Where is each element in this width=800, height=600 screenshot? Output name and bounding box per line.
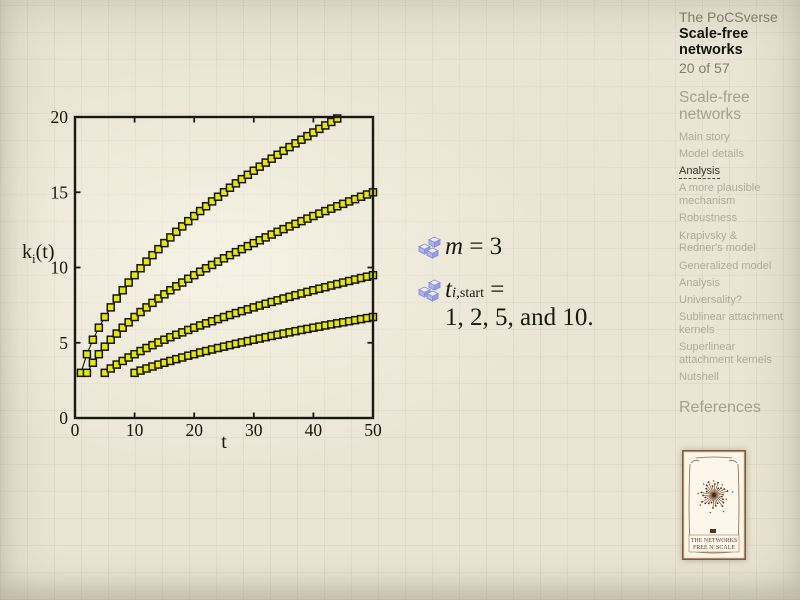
sidebar-section-title[interactable]: Scale-free networks [679,89,771,123]
svg-text:10: 10 [126,420,144,440]
poster-caption-line1: THE NETWORKS [691,538,738,544]
svg-text:0: 0 [59,408,68,428]
sidebar-item-main-story[interactable]: Main story [679,131,783,144]
sidebar-nav: Main story Model details Analysis A more pl… [679,131,794,385]
deck-title: Scale-free networks [679,26,769,58]
svg-text:40: 40 [305,420,323,440]
sidebar-item-sublinear-attachment-kernels[interactable]: Sublinear attachment kernels [679,311,783,337]
slide: 0102030405005101520 ki(t) t m = 3 ti,sta… [0,0,800,600]
poster-figure [710,529,716,533]
svg-text:20: 20 [185,420,203,440]
poster-caption-line2: FREE N' SCALE [693,545,735,551]
svg-text:20: 20 [51,107,69,127]
y-axis-label: ki(t) [22,241,55,267]
svg-text:30: 30 [245,420,263,440]
page-indicator: 20 of 57 [679,60,794,76]
svg-text:5: 5 [59,333,68,353]
sidebar-item-a-more-plausible-mechanism[interactable]: A more plausible mechanism [679,182,783,208]
bullet-item-m: m = 3 [417,233,677,261]
sidebar-item-krapivsky-redner-s-model[interactable]: Krapivsky & Redner's model [679,230,783,256]
series-title: The PoCSverse [679,9,794,25]
poster-thumbnail[interactable]: THE NETWORKS FREE N' SCALE [682,450,746,560]
bullet-text-tstart: ti,start = 1, 2, 5, and 10. [445,276,594,332]
bullet-text-m: m = 3 [445,233,502,261]
sidebar: The PoCSverse Scale-free networks 20 of … [679,9,794,417]
bullet-list: m = 3 ti,start = 1, 2, 5, and 10. [417,233,677,347]
cubes-bullet-icon [417,236,445,260]
sidebar-item-superlinear-attachment-kernels[interactable]: Superlinear attachment kernels [679,341,783,367]
sidebar-item-references[interactable]: References [679,399,794,417]
sidebar-item-generalized-model[interactable]: Generalized model [679,260,783,273]
svg-text:0: 0 [71,420,80,440]
cubes-bullet-icon [417,279,445,303]
svg-text:15: 15 [51,182,69,202]
sidebar-item-model-details[interactable]: Model details [679,148,783,161]
bullet-item-tstart: ti,start = 1, 2, 5, and 10. [417,276,677,332]
sidebar-item-universality[interactable]: Universality? [679,294,783,307]
sidebar-item-robustness[interactable]: Robustness [679,212,783,225]
x-axis-label: t [208,431,240,454]
sidebar-item-analysis[interactable]: Analysis [679,277,783,290]
sidebar-item-nutshell[interactable]: Nutshell [679,371,783,384]
sidebar-item-analysis[interactable]: Analysis [679,165,783,178]
svg-text:50: 50 [364,420,382,440]
